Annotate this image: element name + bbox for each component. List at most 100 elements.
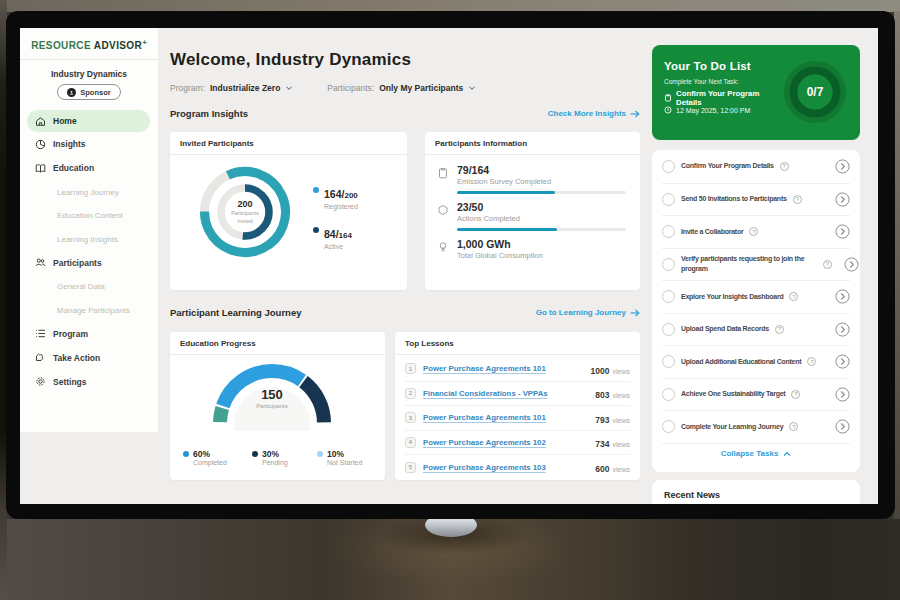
sidebar-item-education-content[interactable]: Education Content [20,204,158,228]
todo-next-task: Confirm Your Program Details [664,89,784,107]
lesson-rank: 1 [405,363,416,374]
legend-pending: 30% Pending [252,449,304,466]
legend-completed: 60% Completed [183,449,239,466]
lesson-link[interactable]: Power Purchase Agreements 101 [423,413,588,422]
chevron-right-circle-icon[interactable] [835,224,850,239]
lesson-link[interactable]: Power Purchase Agreements 101 [423,364,584,373]
sidebar: RESOURCE ADVISOR+ Industry Dynamics Spon… [20,28,158,432]
sidebar-item-insights[interactable]: Insights [20,132,158,156]
chevron-right-circle-icon[interactable] [835,387,850,402]
lesson-link[interactable]: Power Purchase Agreements 102 [423,438,588,447]
monitor-bezel: RESOURCE ADVISOR+ Industry Dynamics Spon… [6,11,895,519]
insights-icon [35,139,46,150]
sidebar-item-learning-journey[interactable]: Learning Journey [20,180,158,204]
actions-icon [437,204,449,216]
sidebar-item-education[interactable]: Education [20,156,158,180]
task-checkbox[interactable] [662,420,675,433]
task-checkbox[interactable] [662,160,675,173]
help-icon[interactable]: ? [793,195,802,204]
gauge-legend: 60% Completed 30% Pending [183,449,362,466]
chevron-right-circle-icon[interactable] [835,192,850,207]
check-more-insights-link[interactable]: Check More Insights [548,109,640,118]
invited-donut-chart: 200 Participants Invited [195,162,295,262]
task-checkbox[interactable] [662,290,675,303]
participants-filter-label: Participants: [327,83,374,93]
arrow-right-icon [630,309,640,317]
card-title: Top Lessons [395,332,640,355]
card-title: Education Progress [170,332,385,355]
task-checkbox[interactable] [662,225,675,238]
clipboard-icon [437,167,449,179]
main-content: Welcome, Industry Dynamics Program: Indu… [170,28,640,504]
task-checkbox[interactable] [662,193,675,206]
sidebar-item-program[interactable]: Program [20,322,158,346]
chevron-right-circle-icon[interactable] [844,257,859,272]
help-icon[interactable]: ? [791,390,800,399]
lesson-link[interactable]: Power Purchase Agreements 103 [423,463,588,472]
stat-total-consumption: 1,000 GWh Total Global Consumption [437,238,626,260]
sponsor-badge[interactable]: Sponsor [57,84,120,100]
help-icon[interactable]: ? [775,325,784,334]
todo-due-date: 12 May 2025, 12:00 PM [664,106,750,114]
chevron-right-circle-icon[interactable] [835,322,850,337]
task-row[interactable]: Upload Spend Data Records ? [662,313,850,346]
lesson-rank: 3 [405,412,416,423]
org-name: Industry Dynamics [20,69,158,79]
home-icon [35,116,46,127]
program-filter-value[interactable]: Industrialize Zero [210,83,280,93]
task-row[interactable]: Send 50 Invitations to Participants ? [662,183,850,216]
task-checkbox[interactable] [662,388,675,401]
task-checkbox[interactable] [662,323,675,336]
sidebar-nav: Home Insights Education Learning Journey [20,110,158,394]
lesson-rank: 5 [405,462,416,473]
go-to-learning-journey-link[interactable]: Go to Learning Journey [536,308,640,317]
lesson-row: 2 Financial Considerations - VPPAs 803vi… [405,382,630,407]
chevron-right-circle-icon[interactable] [835,289,850,304]
sidebar-item-settings[interactable]: Settings [20,370,158,394]
bulb-icon [437,241,449,253]
task-row[interactable]: Explore Your Insights Dashboard ? [662,280,850,313]
sidebar-item-general-data[interactable]: General Data [20,275,158,299]
task-row[interactable]: Invite a Collaborator ? [662,215,850,248]
task-checkbox[interactable] [662,258,675,271]
recent-news-title: Recent News [652,480,860,504]
lesson-row: 1 Power Purchase Agreements 101 1000view… [405,357,630,382]
invited-participants-card: Invited Participants 200 Participants In… [170,132,407,290]
chevron-right-circle-icon[interactable] [835,159,850,174]
sidebar-item-home[interactable]: Home [27,110,150,132]
stat-emission-survey: 79/164 Emission Survey Completed [437,164,626,194]
help-icon[interactable]: ? [789,422,798,431]
gear-icon [35,376,46,387]
education-gauge-chart: 150 Participants [207,361,337,431]
lesson-row: 5 Power Purchase Agreements 103 600views [405,455,630,480]
task-row[interactable]: Confirm Your Program Details ? [662,150,850,183]
collapse-tasks-link[interactable]: Collapse Tasks [662,443,850,464]
recent-news-card: Recent News [652,480,860,504]
photo-background: RESOURCE ADVISOR+ Industry Dynamics Spon… [0,0,900,600]
chevron-right-circle-icon[interactable] [835,419,850,434]
task-row[interactable]: Complete Your Learning Journey ? [662,410,850,443]
sidebar-item-learning-insights[interactable]: Learning Insights [20,227,158,251]
chevron-down-icon[interactable] [285,84,293,92]
lesson-rank: 4 [405,437,416,448]
task-checkbox[interactable] [662,355,675,368]
chevron-down-icon[interactable] [468,84,476,92]
sidebar-item-manage-participants[interactable]: Manage Participants [20,298,158,322]
task-row[interactable]: Verify participants requesting to join t… [662,248,850,281]
help-icon[interactable]: ? [823,260,832,269]
section-title-learning-journey: Participant Learning Journey [170,307,301,318]
todo-progress-count: 0/7 [781,58,849,126]
help-icon[interactable]: ? [780,162,789,171]
help-icon[interactable]: ? [807,357,816,366]
brand-logo[interactable]: RESOURCE ADVISOR+ [20,28,158,60]
chevron-right-circle-icon[interactable] [835,354,850,369]
brand-primary: RESOURCE [31,40,91,51]
task-row[interactable]: Achieve One Sustainability Target ? [662,378,850,411]
help-icon[interactable]: ? [789,292,798,301]
sidebar-item-take-action[interactable]: Take Action [20,346,158,370]
lesson-link[interactable]: Financial Considerations - VPPAs [423,389,588,398]
task-row[interactable]: Upload Additional Educational Content ? [662,345,850,378]
participants-filter-value[interactable]: Only My Participants [379,83,463,93]
help-icon[interactable]: ? [749,227,758,236]
sidebar-item-participants[interactable]: Participants [20,251,158,275]
